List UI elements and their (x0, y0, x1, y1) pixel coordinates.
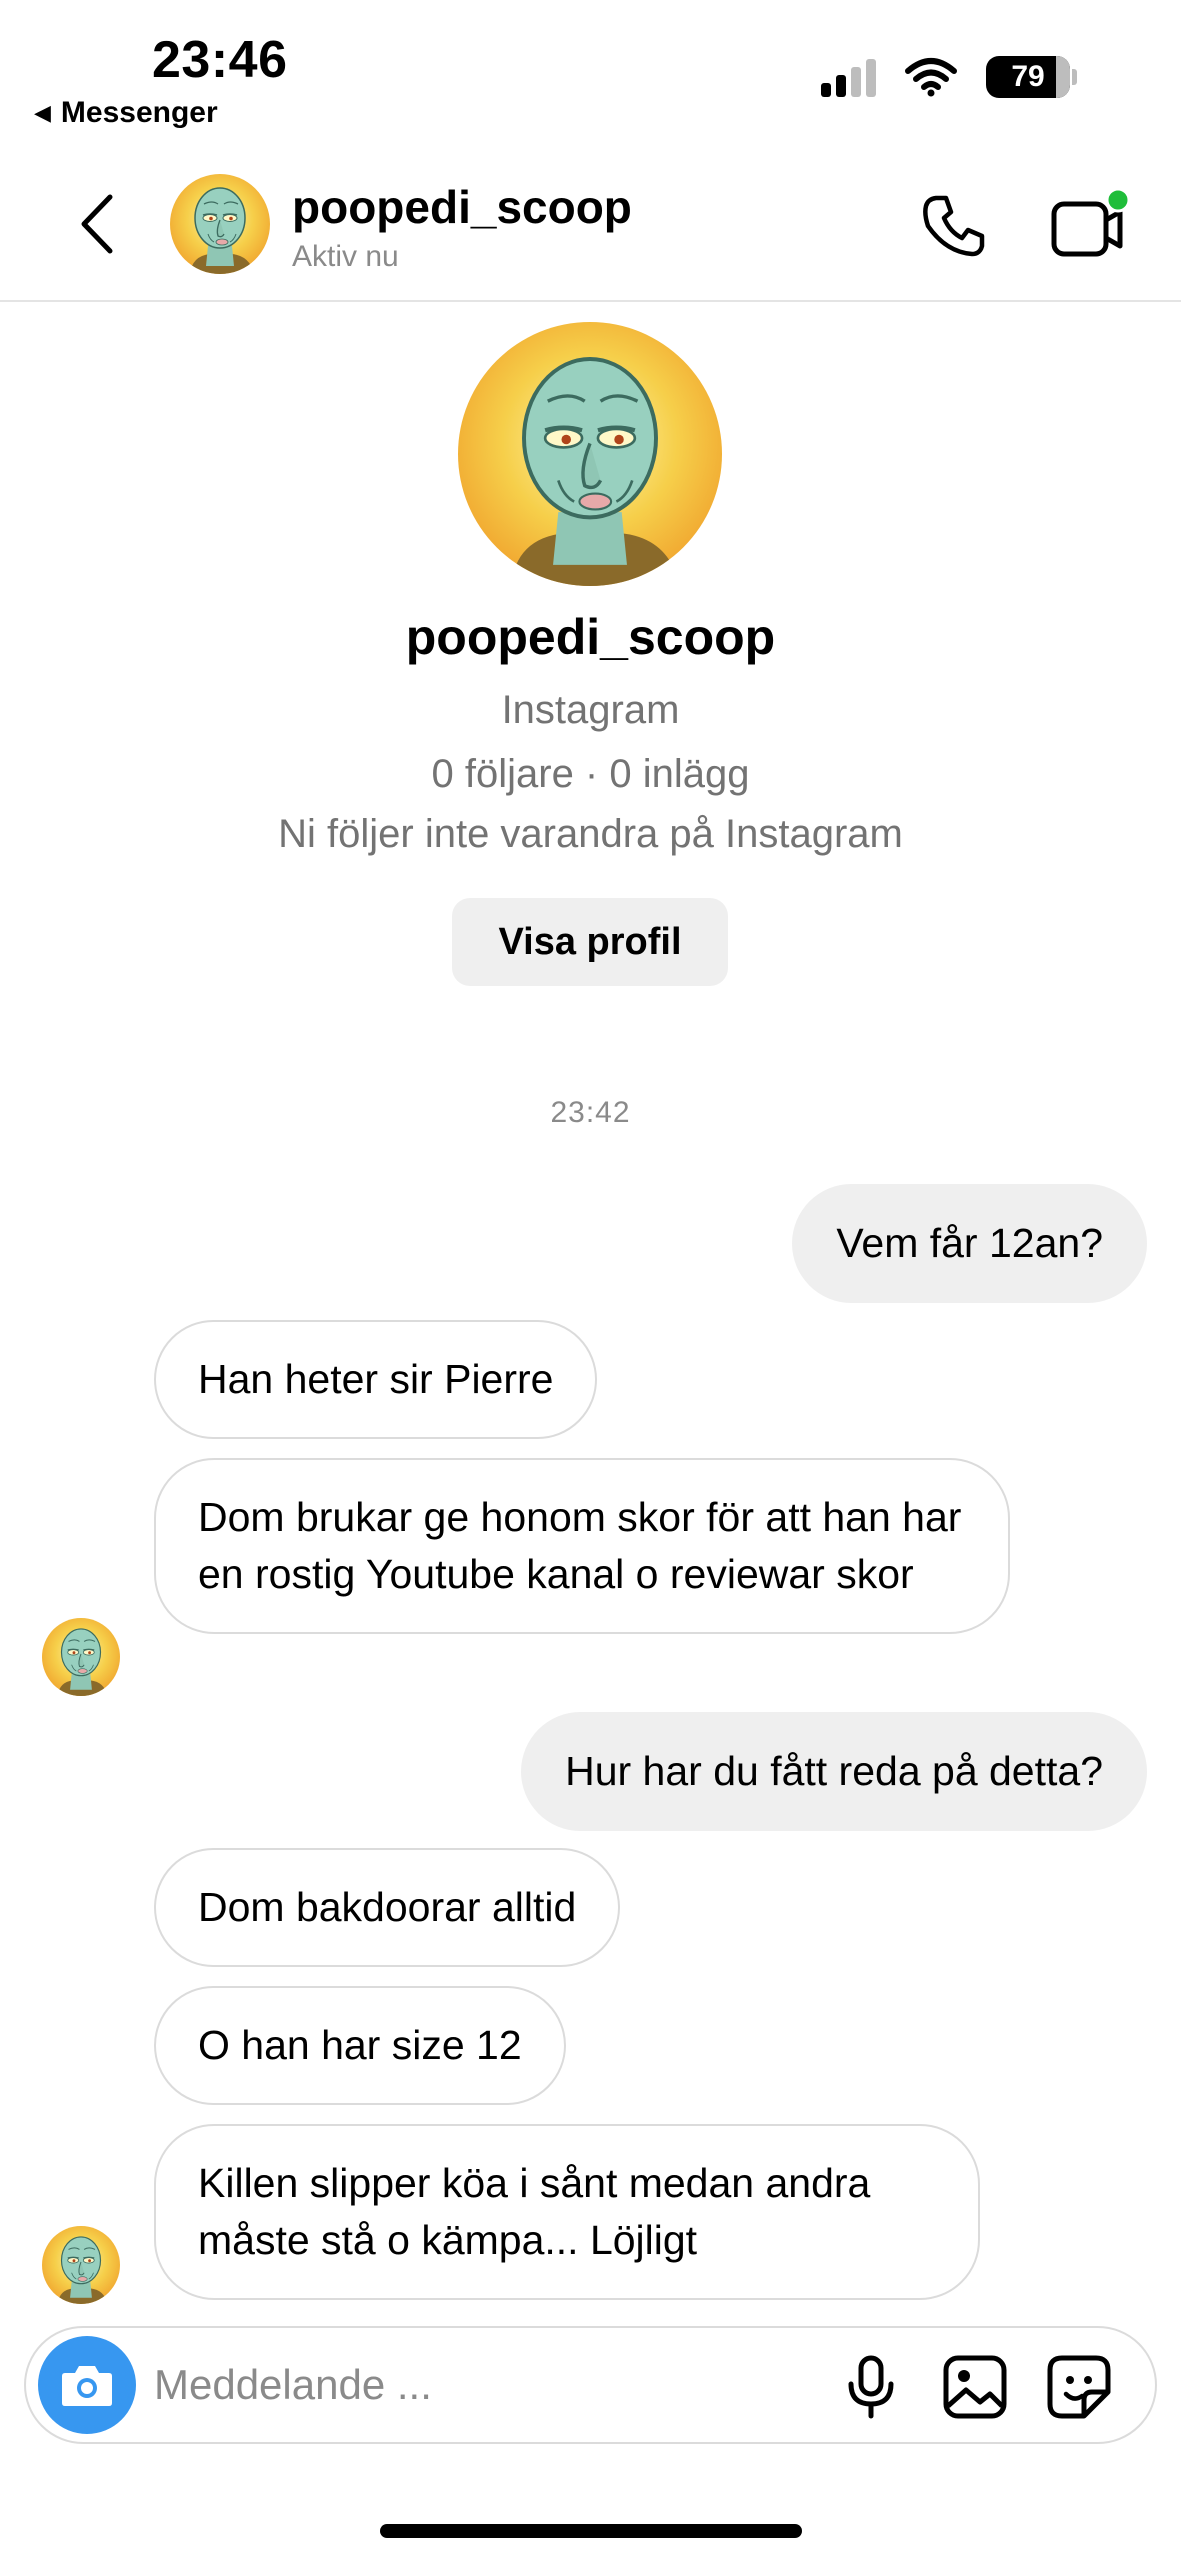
back-button[interactable] (66, 188, 126, 260)
back-triangle-icon: ◀ (34, 100, 51, 125)
view-profile-button[interactable]: Visa profil (452, 898, 728, 986)
conversation-header: poopedi_scoop Aktiv nu (0, 140, 1181, 302)
profile-avatar[interactable] (458, 322, 722, 586)
image-icon (943, 2355, 1007, 2419)
sticker-button[interactable] (1044, 2352, 1114, 2422)
video-camera-icon (1051, 187, 1131, 257)
profile-name: poopedi_scoop (405, 609, 776, 665)
profile-platform: Instagram (501, 688, 680, 732)
profile-stats: 0 följare · 0 inlägg (431, 752, 750, 796)
home-indicator[interactable] (380, 2524, 802, 2538)
incoming-message[interactable]: Dom brukar ge honom skor för att han har… (154, 1458, 1010, 1634)
incoming-message[interactable]: Killen slipper köa i sånt medan andra må… (154, 2124, 980, 2300)
status-time: 23:46 (152, 31, 288, 89)
chevron-left-icon (81, 194, 113, 254)
incoming-message[interactable]: Han heter sir Pierre (154, 1320, 598, 1439)
outgoing-message[interactable]: Vem får 12an? (792, 1184, 1147, 1303)
camera-icon (62, 2366, 112, 2406)
online-dot (1105, 187, 1131, 213)
battery-level: 79 (1011, 60, 1045, 93)
back-app-label: Messenger (60, 96, 218, 129)
cellular-signal-icon (821, 57, 876, 97)
phone-icon (923, 195, 985, 257)
battery-icon: 79 (986, 56, 1070, 98)
microphone-button[interactable] (836, 2352, 906, 2422)
call-button[interactable] (918, 190, 990, 262)
activity-status: Aktiv nu (292, 240, 399, 273)
follow-status: Ni följer inte varandra på Instagram (278, 812, 903, 856)
back-to-app-link[interactable]: ◀ Messenger (34, 96, 218, 130)
message-timestamp: 23:42 (550, 1096, 631, 1129)
microphone-icon (848, 2355, 894, 2419)
sender-avatar[interactable] (42, 2226, 120, 2304)
sticker-icon (1047, 2355, 1111, 2419)
sender-avatar[interactable] (42, 1618, 120, 1696)
message-composer (24, 2326, 1157, 2444)
video-call-button[interactable] (1048, 186, 1132, 264)
camera-button[interactable] (38, 2336, 136, 2434)
contact-avatar[interactable] (170, 174, 270, 274)
message-input[interactable] (154, 2350, 714, 2420)
status-indicators: 79 (821, 56, 1077, 98)
outgoing-message[interactable]: Hur har du fått reda på detta? (521, 1712, 1147, 1831)
incoming-message[interactable]: Dom bakdoorar alltid (154, 1848, 621, 1967)
gallery-button[interactable] (940, 2352, 1010, 2422)
contact-name[interactable]: poopedi_scoop (292, 180, 632, 234)
incoming-message[interactable]: O han har size 12 (154, 1986, 566, 2105)
wifi-icon (905, 58, 957, 97)
